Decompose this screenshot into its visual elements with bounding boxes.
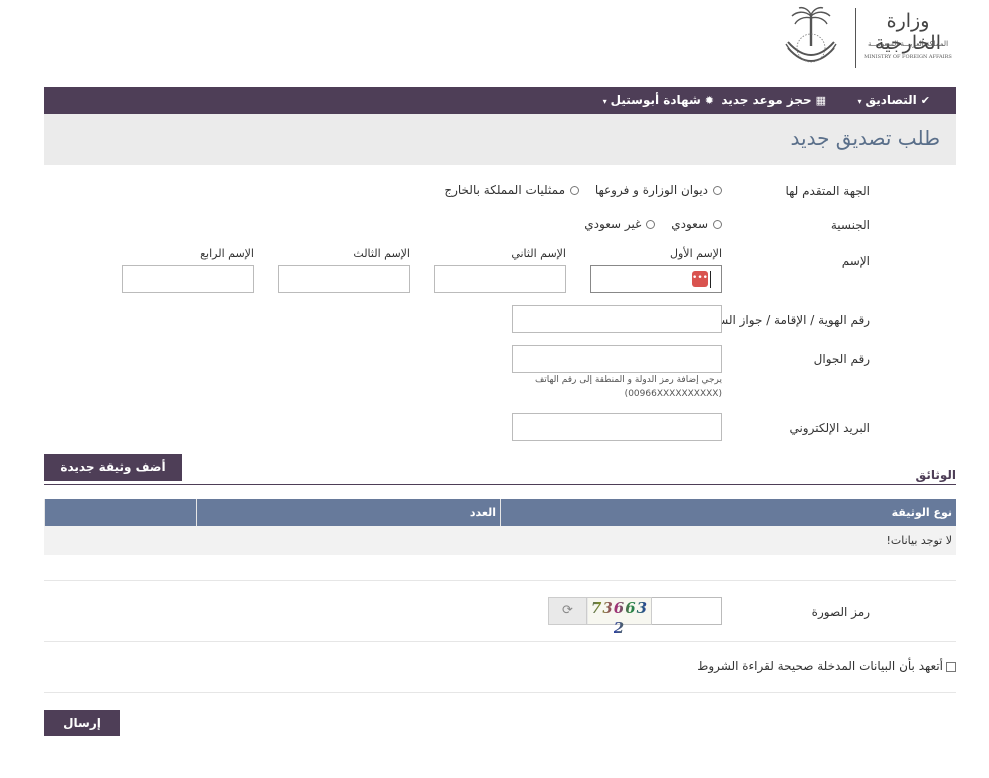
id-number-label: رقم الهوية / الإقامة / جواز السفر [705, 313, 870, 327]
applicant-radio-group: ديوان الوزارة و فروعها ممثليات المملكة ب… [432, 183, 722, 197]
name-label: الإسم [841, 254, 870, 268]
mobile-label: رقم الجوال [813, 352, 870, 366]
logo-subtitle-english: MINISTRY OF FOREIGN AFFAIRS [864, 54, 952, 60]
mobile-hint-format: (00966XXXXXXXXXX) [624, 389, 722, 399]
nav-item-attestations[interactable]: ✔التصاديق▾ [857, 87, 930, 114]
documents-table-header: نوع الوثيقة العدد [44, 499, 956, 526]
nav-label: التصاديق [865, 93, 917, 107]
radio-button[interactable] [570, 186, 579, 195]
main-navbar: ✔التصاديق▾ ▦حجز موعد جديد ✹شهادة أبوستيل… [44, 87, 956, 114]
captcha-input[interactable] [651, 597, 722, 625]
fourth-name-label: الإسم الرابع [200, 247, 254, 260]
agreement-row[interactable]: أتعهد بأن البيانات المدخلة صحيحة لقراءة … [697, 659, 956, 673]
column-count[interactable]: العدد [196, 499, 500, 526]
password-manager-icon[interactable]: ••• [692, 271, 708, 287]
add-document-button[interactable]: أضف وثيقة جديدة [44, 454, 182, 481]
ministry-logo: وزارة الخارجية المملكة العربيــة السعودي… [778, 4, 956, 70]
option-label: سعودي [671, 217, 708, 231]
mobile-input[interactable] [512, 345, 722, 373]
column-document-type[interactable]: نوع الوثيقة [500, 499, 956, 526]
table-empty-row: لا توجد بيانات! [44, 526, 956, 555]
documents-section-title: الوثائق [915, 468, 956, 482]
option-label: غير سعودي [584, 217, 642, 231]
divider [44, 641, 956, 642]
text-caret [710, 271, 711, 288]
mobile-hint: يرجي إضافة رمز الدولة و المنطقة إلى رقم … [534, 375, 722, 385]
id-number-input[interactable] [512, 305, 722, 333]
logo-subtitle-arabic: المملكة العربيــة السعوديــة [867, 40, 949, 48]
logo-divider [855, 8, 856, 68]
nationality-option-saudi[interactable]: سعودي [671, 217, 722, 231]
radio-button[interactable] [646, 220, 656, 229]
nav-label: حجز موعد جديد [721, 93, 812, 107]
saudi-emblem-icon [785, 6, 837, 63]
third-name-input[interactable] [278, 265, 410, 293]
caret-down-icon: ▾ [857, 97, 862, 106]
applicant-option-ministry[interactable]: ديوان الوزارة و فروعها [595, 183, 722, 197]
third-name-label: الإسم الثالث [353, 247, 410, 260]
column-actions [44, 499, 196, 526]
nationality-radio-group: سعودي غير سعودي [572, 217, 722, 231]
applicant-option-missions[interactable]: ممثليات المملكة بالخارج [444, 183, 579, 197]
nationality-option-non-saudi[interactable]: غير سعودي [584, 217, 656, 231]
email-label: البريد الإلكتروني [789, 421, 870, 435]
nationality-label: الجنسية [830, 218, 870, 232]
radio-button[interactable] [713, 220, 722, 229]
divider [44, 580, 956, 581]
radio-button[interactable] [713, 186, 722, 195]
captcha-widget: ⟳ 73663 2 [548, 597, 652, 637]
second-name-label: الإسم الثاني [511, 247, 566, 260]
option-label: ديوان الوزارة و فروعها [594, 183, 708, 197]
calendar-icon: ▦ [815, 94, 826, 107]
caret-down-icon: ▾ [602, 97, 607, 106]
page-title: طلب تصديق جديد [790, 126, 940, 150]
agreement-checkbox[interactable] [946, 661, 956, 672]
first-name-input[interactable]: ••• [590, 265, 722, 293]
section-divider [44, 484, 956, 485]
page-title-bar: طلب تصديق جديد [44, 114, 956, 165]
option-label: ممثليات المملكة بالخارج [444, 183, 565, 197]
nav-label: شهادة أبوستيل [610, 93, 701, 107]
divider [44, 692, 956, 693]
captcha-code: 73663 2 [590, 599, 649, 637]
fourth-name-input[interactable] [122, 265, 254, 293]
second-name-input[interactable] [434, 265, 566, 293]
email-input[interactable] [512, 413, 722, 441]
applicant-label: الجهة المتقدم لها [785, 184, 870, 198]
agreement-text: أتعهد بأن البيانات المدخلة صحيحة لقراءة … [697, 659, 943, 673]
nav-item-new-appointment[interactable]: ▦حجز موعد جديد [721, 87, 826, 114]
nav-item-apostille[interactable]: ✹شهادة أبوستيل▾ [603, 87, 714, 114]
gear-icon: ✹ [704, 94, 714, 107]
first-name-label: الإسم الأول [670, 247, 722, 260]
refresh-icon[interactable]: ⟳ [549, 598, 587, 624]
submit-button[interactable]: إرسال [44, 710, 120, 736]
captcha-label: رمز الصورة [811, 605, 870, 619]
check-circle-icon: ✔ [920, 94, 930, 107]
captcha-image: 73663 2 [588, 598, 651, 637]
